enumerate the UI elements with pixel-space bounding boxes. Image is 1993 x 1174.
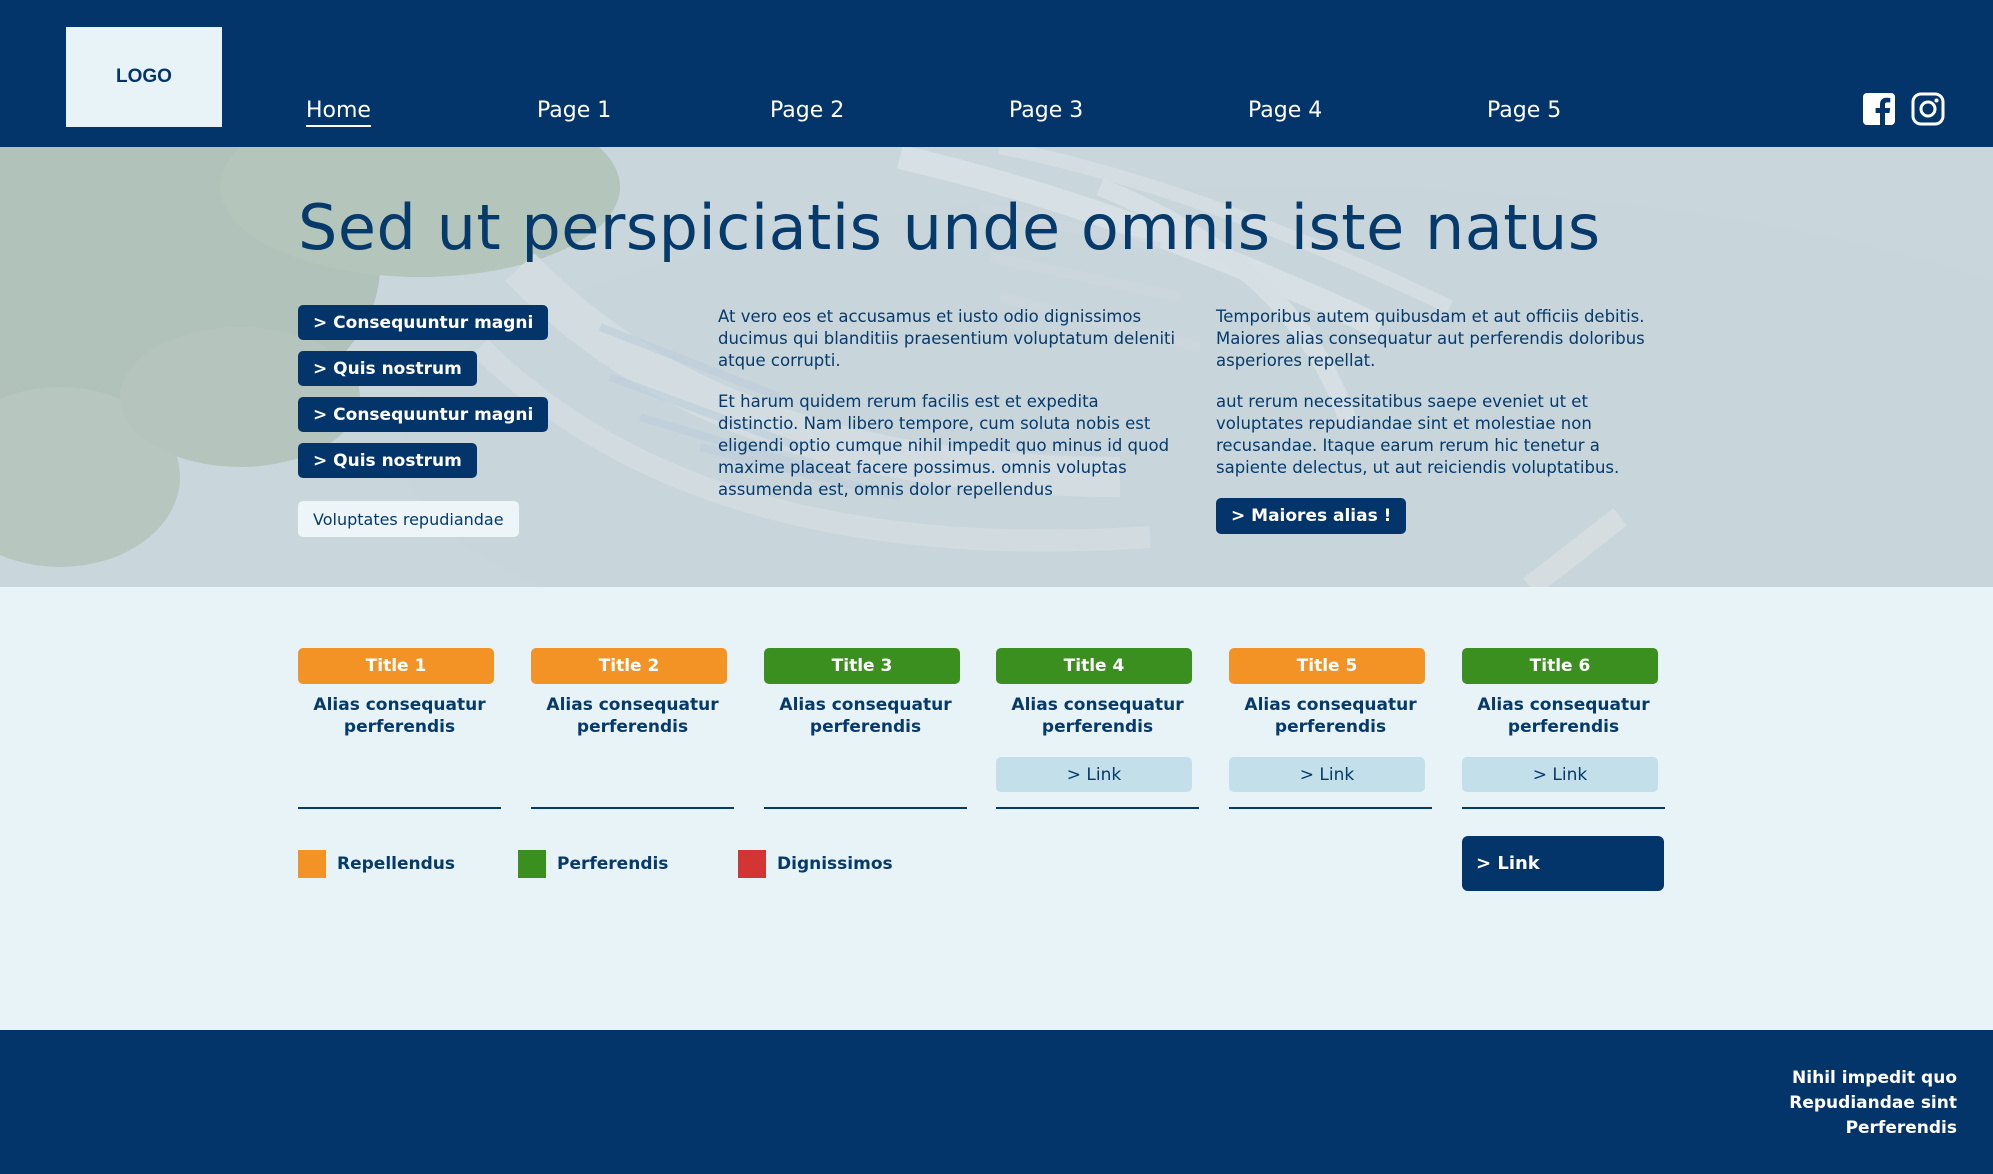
- side-button-quis-2[interactable]: > Quis nostrum: [298, 443, 477, 478]
- card-link-button[interactable]: > Link: [996, 757, 1192, 792]
- nav-page-3[interactable]: Page 3: [1009, 98, 1083, 123]
- legend-label: Dignissimos: [777, 854, 893, 874]
- legend-item-dignissimos: Dignissimos: [738, 850, 893, 878]
- logo[interactable]: LOGO: [66, 27, 222, 127]
- card-4: Title 4 Alias consequatur perferendis > …: [996, 648, 1199, 809]
- legend-item-perferendis: Perferendis: [518, 850, 668, 878]
- legend-swatch-red: [738, 850, 766, 878]
- card-2: Title 2 Alias consequatur perferendis: [531, 648, 734, 809]
- legend-label: Perferendis: [557, 854, 669, 874]
- card-3: Title 3 Alias consequatur perferendis: [764, 648, 967, 809]
- card-description: Alias consequatur perferendis: [1244, 695, 1417, 737]
- footer-line[interactable]: Repudiandae sint: [1789, 1091, 1957, 1116]
- hero-col2-paragraph2: aut rerum necessitatibus saepe eveniet u…: [1216, 392, 1620, 477]
- nav-page-2[interactable]: Page 2: [770, 98, 844, 123]
- card-title: Title 3: [764, 648, 960, 684]
- card-description: Alias consequatur perferendis: [779, 695, 952, 737]
- card-title: Title 5: [1229, 648, 1425, 684]
- hero-title: Sed ut perspiciatis unde omnis iste natu…: [298, 191, 1601, 264]
- card-description: Alias consequatur perferendis: [1011, 695, 1184, 737]
- card-description: Alias consequatur perferendis: [1477, 695, 1650, 737]
- hero-col1-paragraph2: Et harum quidem rerum facilis est et exp…: [718, 392, 1170, 499]
- hero-col1-paragraph1: At vero eos et accusamus et iusto odio d…: [718, 307, 1176, 370]
- card-title: Title 4: [996, 648, 1192, 684]
- legend-swatch-green: [518, 850, 546, 878]
- card-link-button[interactable]: > Link: [1229, 757, 1425, 792]
- card-link-button[interactable]: > Link: [1462, 757, 1658, 792]
- card-title: Title 1: [298, 648, 494, 684]
- instagram-icon[interactable]: [1911, 92, 1945, 126]
- voluptates-button[interactable]: Voluptates repudiandae: [298, 501, 519, 537]
- site-header: LOGO Home Page 1 Page 2 Page 3 Page 4 Pa…: [0, 0, 1993, 147]
- maiores-alias-button[interactable]: > Maiores alias !: [1216, 498, 1407, 534]
- facebook-icon[interactable]: [1862, 92, 1896, 126]
- legend-swatch-orange: [298, 850, 326, 878]
- card-6: Title 6 Alias consequatur perferendis > …: [1462, 648, 1665, 809]
- main-link-button[interactable]: > Link: [1462, 836, 1664, 891]
- hero-col2-paragraph1: Temporibus autem quibusdam et aut offici…: [1216, 307, 1645, 370]
- card-description: Alias consequatur perferendis: [546, 695, 719, 737]
- footer-text-block: Nihil impedit quo Repudiandae sint Perfe…: [1789, 1066, 1957, 1141]
- side-button-consequuntur-1[interactable]: > Consequuntur magni: [298, 305, 549, 340]
- card-5: Title 5 Alias consequatur perferendis > …: [1229, 648, 1432, 809]
- nav-home[interactable]: Home: [306, 98, 371, 127]
- legend-item-repellendus: Repellendus: [298, 850, 455, 878]
- legend-label: Repellendus: [337, 854, 455, 874]
- side-button-quis-1[interactable]: > Quis nostrum: [298, 351, 477, 386]
- nav-page-1[interactable]: Page 1: [537, 98, 611, 123]
- card-title: Title 2: [531, 648, 727, 684]
- nav-page-4[interactable]: Page 4: [1248, 98, 1322, 123]
- footer-line[interactable]: Nihil impedit quo: [1789, 1066, 1957, 1091]
- card-title: Title 6: [1462, 648, 1658, 684]
- side-button-consequuntur-2[interactable]: > Consequuntur magni: [298, 397, 549, 432]
- site-footer: Nihil impedit quo Repudiandae sint Perfe…: [0, 1030, 1993, 1174]
- footer-line[interactable]: Perferendis: [1789, 1116, 1957, 1141]
- nav-page-5[interactable]: Page 5: [1487, 98, 1561, 123]
- card-1: Title 1 Alias consequatur perferendis: [298, 648, 501, 809]
- card-description: Alias consequatur perferendis: [313, 695, 486, 737]
- hero-section: Sed ut perspiciatis unde omnis iste natu…: [0, 147, 1993, 587]
